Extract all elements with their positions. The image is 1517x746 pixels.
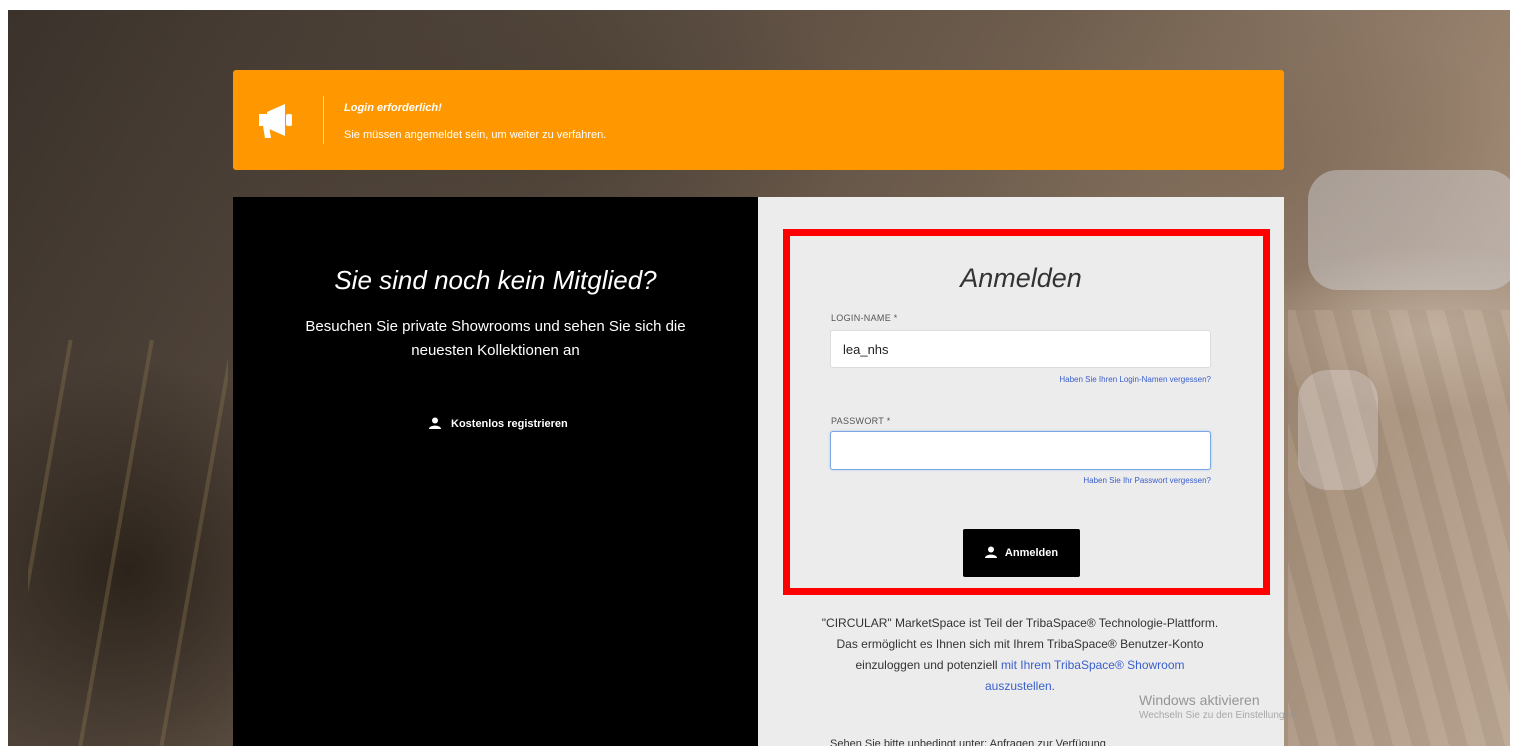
platform-info-line3-text: einzuloggen und potenziell bbox=[855, 658, 1001, 672]
signup-heading: Sie sind noch kein Mitglied? bbox=[334, 265, 657, 295]
forgot-password-link[interactable]: Haben Sie Ihr Passwort vergessen? bbox=[1083, 476, 1211, 485]
megaphone-icon bbox=[255, 100, 305, 140]
background-stripes bbox=[28, 340, 228, 746]
alert-message: Sie müssen angemeldet sein, um weiter zu… bbox=[344, 129, 607, 141]
login-submit-label: Anmelden bbox=[1004, 547, 1059, 559]
background-wood bbox=[1288, 310, 1510, 746]
windows-activation-watermark: Windows aktivieren Wechseln Sie zu den E… bbox=[1139, 692, 1296, 721]
exhibit-link[interactable]: auszustellen. bbox=[985, 679, 1055, 693]
windows-activation-title: Windows aktivieren bbox=[1139, 692, 1260, 708]
username-input[interactable] bbox=[830, 330, 1211, 368]
register-label: Kostenlos registrieren bbox=[451, 418, 568, 430]
showroom-link[interactable]: mit Ihrem TribaSpace® Showroom bbox=[1001, 658, 1185, 672]
windows-activation-subtitle: Wechseln Sie zu den Einstellungen bbox=[1139, 710, 1296, 721]
register-link[interactable]: Kostenlos registrieren bbox=[429, 414, 568, 434]
footer-cutoff-text: Sehen Sie bitte unbedingt unter: Anfrage… bbox=[830, 738, 1106, 746]
signup-panel: Sie sind noch kein Mitglied? Besuchen Si… bbox=[233, 197, 758, 746]
login-required-alert: Login erforderlich! Sie müssen angemelde… bbox=[233, 70, 1284, 170]
platform-info: "CIRCULAR" MarketSpace ist Teil der Trib… bbox=[790, 613, 1250, 697]
password-label: PASSWORT * bbox=[831, 416, 891, 426]
alert-divider bbox=[323, 96, 324, 144]
forgot-username-link[interactable]: Haben Sie Ihren Login-Namen vergessen? bbox=[1059, 375, 1211, 384]
background-cup bbox=[1308, 170, 1510, 290]
login-submit-button[interactable]: Anmelden bbox=[963, 529, 1080, 577]
user-icon bbox=[429, 417, 441, 432]
alert-title: Login erforderlich! bbox=[344, 102, 442, 114]
platform-info-line1: "CIRCULAR" MarketSpace ist Teil der Trib… bbox=[821, 616, 1219, 630]
login-heading: Anmelden bbox=[960, 263, 1082, 293]
password-input[interactable] bbox=[830, 431, 1211, 470]
signup-description: Besuchen Sie private Showrooms und sehen… bbox=[305, 318, 686, 359]
platform-info-line3: einzuloggen und potenziell mit Ihrem Tri… bbox=[790, 655, 1250, 676]
user-icon bbox=[984, 546, 997, 561]
platform-info-line2: Das ermöglicht es Ihnen sich mit Ihrem T… bbox=[836, 637, 1204, 651]
username-label: LOGIN-NAME * bbox=[831, 313, 898, 323]
